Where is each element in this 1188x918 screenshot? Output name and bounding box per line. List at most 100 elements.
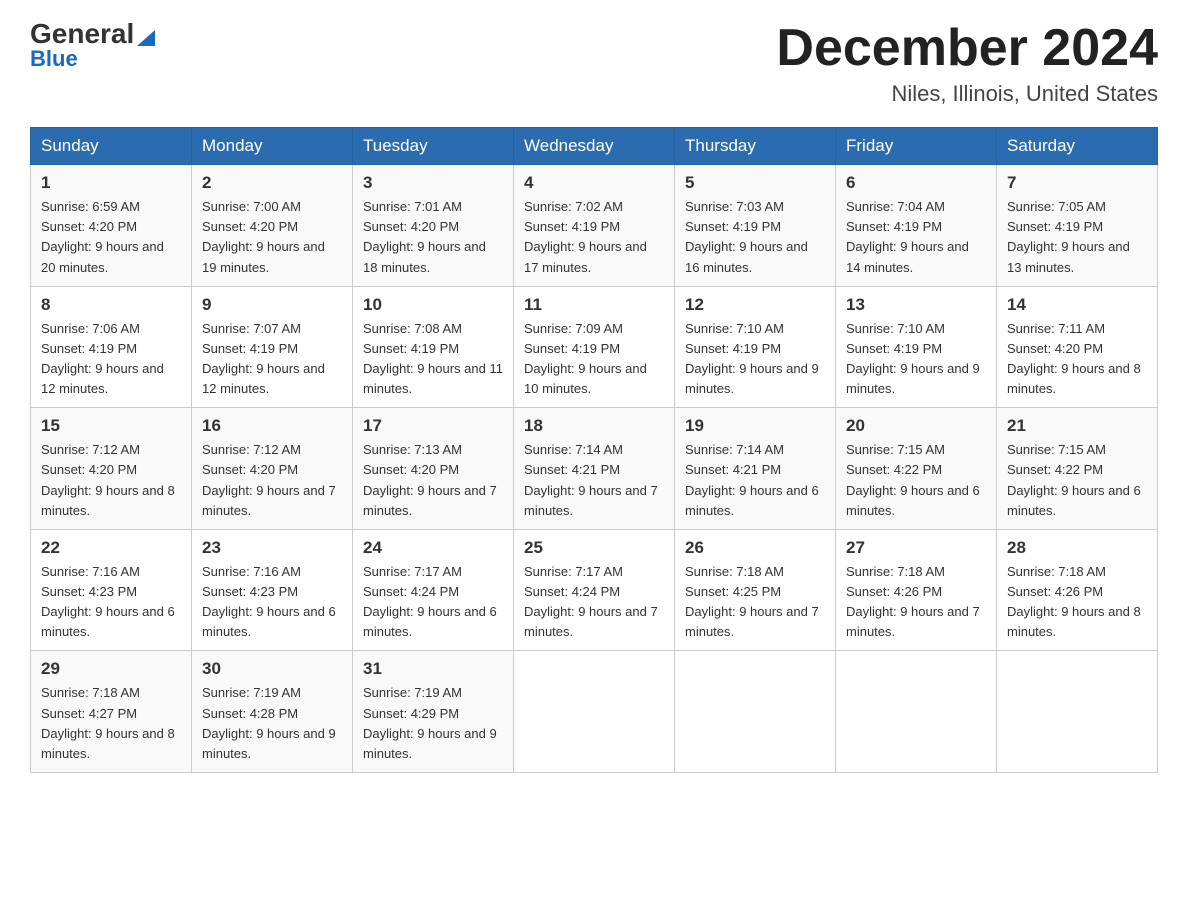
day-info: Sunrise: 7:16 AMSunset: 4:23 PMDaylight:… (202, 562, 342, 643)
day-number: 8 (41, 295, 181, 315)
logo: General Blue (30, 20, 155, 72)
day-info: Sunrise: 7:16 AMSunset: 4:23 PMDaylight:… (41, 562, 181, 643)
day-number: 3 (363, 173, 503, 193)
day-info: Sunrise: 7:15 AMSunset: 4:22 PMDaylight:… (1007, 440, 1147, 521)
weekday-header-thursday: Thursday (675, 128, 836, 165)
day-info: Sunrise: 7:17 AMSunset: 4:24 PMDaylight:… (524, 562, 664, 643)
calendar-cell: 12 Sunrise: 7:10 AMSunset: 4:19 PMDayligh… (675, 286, 836, 408)
day-number: 2 (202, 173, 342, 193)
day-number: 23 (202, 538, 342, 558)
day-info: Sunrise: 7:01 AMSunset: 4:20 PMDaylight:… (363, 197, 503, 278)
weekday-header-sunday: Sunday (31, 128, 192, 165)
calendar-cell: 7Sunrise: 7:05 AMSunset: 4:19 PMDaylight… (997, 165, 1158, 287)
day-info: Sunrise: 7:09 AMSunset: 4:19 PMDaylight:… (524, 319, 664, 400)
weekday-header-wednesday: Wednesday (514, 128, 675, 165)
day-info: Sunrise: 7:18 AMSunset: 4:25 PMDaylight:… (685, 562, 825, 643)
calendar-cell: 18 Sunrise: 7:14 AMSunset: 4:21 PMDayligh… (514, 408, 675, 530)
calendar-cell: 13Sunrise: 7:10 AMSunset: 4:19 PMDayligh… (836, 286, 997, 408)
day-number: 18 (524, 416, 664, 436)
calendar-cell: 24 Sunrise: 7:17 AMSunset: 4:24 PMDayligh… (353, 529, 514, 651)
day-info: Sunrise: 6:59 AMSunset: 4:20 PMDaylight:… (41, 197, 181, 278)
calendar-week-4: 22 Sunrise: 7:16 AMSunset: 4:23 PMDayligh… (31, 529, 1158, 651)
day-info: Sunrise: 7:08 AMSunset: 4:19 PMDaylight:… (363, 319, 503, 400)
calendar-cell: 1 Sunrise: 6:59 AMSunset: 4:20 PMDaylight… (31, 165, 192, 287)
day-info: Sunrise: 7:11 AMSunset: 4:20 PMDaylight:… (1007, 319, 1147, 400)
day-info: Sunrise: 7:19 AMSunset: 4:29 PMDaylight:… (363, 683, 503, 764)
day-info: Sunrise: 7:05 AMSunset: 4:19 PMDaylight:… (1007, 197, 1147, 278)
day-info: Sunrise: 7:17 AMSunset: 4:24 PMDaylight:… (363, 562, 503, 643)
location: Niles, Illinois, United States (776, 81, 1158, 107)
calendar-cell: 26Sunrise: 7:18 AMSunset: 4:25 PMDayligh… (675, 529, 836, 651)
calendar-cell (997, 651, 1158, 773)
calendar-cell: 11 Sunrise: 7:09 AMSunset: 4:19 PMDayligh… (514, 286, 675, 408)
day-info: Sunrise: 7:14 AMSunset: 4:21 PMDaylight:… (524, 440, 664, 521)
calendar-cell: 6Sunrise: 7:04 AMSunset: 4:19 PMDaylight… (836, 165, 997, 287)
weekday-header-tuesday: Tuesday (353, 128, 514, 165)
calendar-cell: 27Sunrise: 7:18 AMSunset: 4:26 PMDayligh… (836, 529, 997, 651)
calendar-cell: 30Sunrise: 7:19 AMSunset: 4:28 PMDayligh… (192, 651, 353, 773)
calendar-cell: 28 Sunrise: 7:18 AMSunset: 4:26 PMDayligh… (997, 529, 1158, 651)
calendar-week-1: 1 Sunrise: 6:59 AMSunset: 4:20 PMDaylight… (31, 165, 1158, 287)
day-info: Sunrise: 7:00 AMSunset: 4:20 PMDaylight:… (202, 197, 342, 278)
day-number: 16 (202, 416, 342, 436)
day-info: Sunrise: 7:13 AMSunset: 4:20 PMDaylight:… (363, 440, 503, 521)
calendar-cell: 3 Sunrise: 7:01 AMSunset: 4:20 PMDaylight… (353, 165, 514, 287)
day-info: Sunrise: 7:03 AMSunset: 4:19 PMDaylight:… (685, 197, 825, 278)
calendar-cell (836, 651, 997, 773)
weekday-header-saturday: Saturday (997, 128, 1158, 165)
day-info: Sunrise: 7:06 AMSunset: 4:19 PMDaylight:… (41, 319, 181, 400)
calendar-header: SundayMondayTuesdayWednesdayThursdayFrid… (31, 128, 1158, 165)
day-number: 13 (846, 295, 986, 315)
page-header: General Blue December 2024 Niles, Illino… (30, 20, 1158, 107)
day-number: 25 (524, 538, 664, 558)
day-number: 24 (363, 538, 503, 558)
day-info: Sunrise: 7:04 AMSunset: 4:19 PMDaylight:… (846, 197, 986, 278)
logo-blue: Blue (30, 46, 78, 72)
calendar-cell: 10 Sunrise: 7:08 AMSunset: 4:19 PMDayligh… (353, 286, 514, 408)
day-number: 22 (41, 538, 181, 558)
day-number: 15 (41, 416, 181, 436)
weekday-header-friday: Friday (836, 128, 997, 165)
day-info: Sunrise: 7:10 AMSunset: 4:19 PMDaylight:… (685, 319, 825, 400)
calendar-table: SundayMondayTuesdayWednesdayThursdayFrid… (30, 127, 1158, 773)
day-info: Sunrise: 7:07 AMSunset: 4:19 PMDaylight:… (202, 319, 342, 400)
calendar-cell: 5 Sunrise: 7:03 AMSunset: 4:19 PMDaylight… (675, 165, 836, 287)
day-number: 9 (202, 295, 342, 315)
day-number: 29 (41, 659, 181, 679)
calendar-cell: 22 Sunrise: 7:16 AMSunset: 4:23 PMDayligh… (31, 529, 192, 651)
day-number: 20 (846, 416, 986, 436)
calendar-cell: 25 Sunrise: 7:17 AMSunset: 4:24 PMDayligh… (514, 529, 675, 651)
calendar-cell: 8 Sunrise: 7:06 AMSunset: 4:19 PMDaylight… (31, 286, 192, 408)
day-number: 31 (363, 659, 503, 679)
title-block: December 2024 Niles, Illinois, United St… (776, 20, 1158, 107)
calendar-body: 1 Sunrise: 6:59 AMSunset: 4:20 PMDaylight… (31, 165, 1158, 773)
calendar-cell: 20Sunrise: 7:15 AMSunset: 4:22 PMDayligh… (836, 408, 997, 530)
calendar-cell: 15 Sunrise: 7:12 AMSunset: 4:20 PMDayligh… (31, 408, 192, 530)
day-info: Sunrise: 7:12 AMSunset: 4:20 PMDaylight:… (202, 440, 342, 521)
day-number: 5 (685, 173, 825, 193)
day-number: 17 (363, 416, 503, 436)
day-number: 4 (524, 173, 664, 193)
calendar-week-3: 15 Sunrise: 7:12 AMSunset: 4:20 PMDayligh… (31, 408, 1158, 530)
day-info: Sunrise: 7:12 AMSunset: 4:20 PMDaylight:… (41, 440, 181, 521)
day-info: Sunrise: 7:18 AMSunset: 4:26 PMDaylight:… (1007, 562, 1147, 643)
day-number: 27 (846, 538, 986, 558)
day-number: 14 (1007, 295, 1147, 315)
day-number: 28 (1007, 538, 1147, 558)
calendar-cell: 29 Sunrise: 7:18 AMSunset: 4:27 PMDayligh… (31, 651, 192, 773)
day-number: 21 (1007, 416, 1147, 436)
day-number: 11 (524, 295, 664, 315)
logo-general: General (30, 20, 155, 48)
day-number: 10 (363, 295, 503, 315)
weekday-header-monday: Monday (192, 128, 353, 165)
calendar-cell (514, 651, 675, 773)
calendar-cell: 31 Sunrise: 7:19 AMSunset: 4:29 PMDayligh… (353, 651, 514, 773)
day-info: Sunrise: 7:18 AMSunset: 4:27 PMDaylight:… (41, 683, 181, 764)
day-number: 19 (685, 416, 825, 436)
day-number: 1 (41, 173, 181, 193)
calendar-cell: 2 Sunrise: 7:00 AMSunset: 4:20 PMDaylight… (192, 165, 353, 287)
calendar-cell: 16 Sunrise: 7:12 AMSunset: 4:20 PMDayligh… (192, 408, 353, 530)
calendar-cell: 14 Sunrise: 7:11 AMSunset: 4:20 PMDayligh… (997, 286, 1158, 408)
calendar-cell: 9 Sunrise: 7:07 AMSunset: 4:19 PMDaylight… (192, 286, 353, 408)
day-number: 12 (685, 295, 825, 315)
